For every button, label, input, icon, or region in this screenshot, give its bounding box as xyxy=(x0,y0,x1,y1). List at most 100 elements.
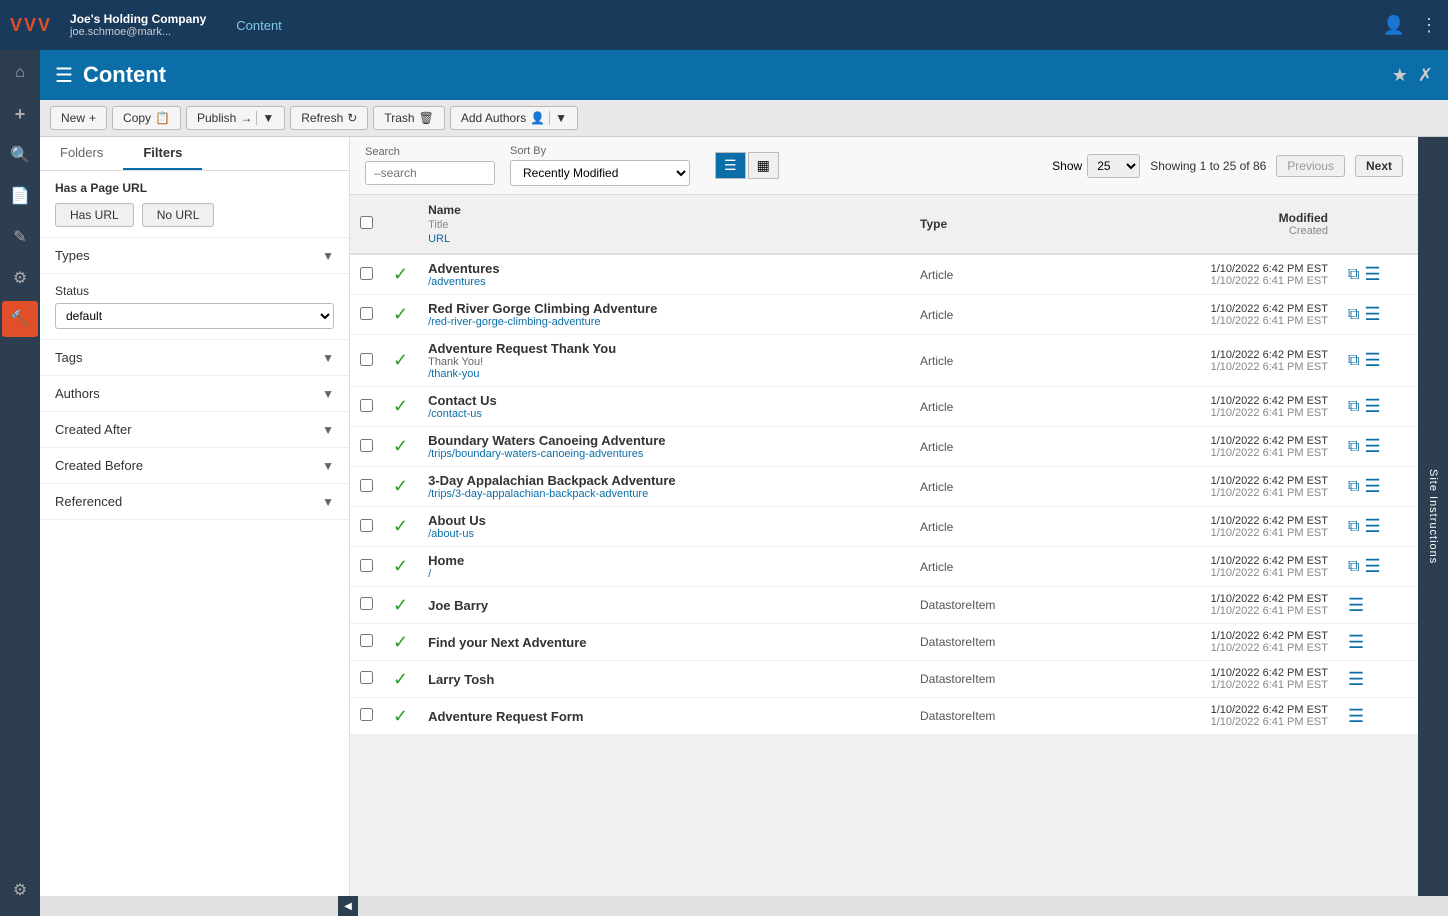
publish-arrow-icon: → xyxy=(240,111,252,125)
row-checkbox-1[interactable] xyxy=(360,307,373,320)
table-row: ✓Boundary Waters Canoeing Adventure/trip… xyxy=(350,427,1418,467)
external-link-icon-0[interactable]: ⧉ xyxy=(1348,266,1359,284)
add-authors-button[interactable]: Add Authors 👤 ▼ xyxy=(450,106,578,130)
left-sidebar: ⌂ + 🔍 📄 ✎ ⚙ 🔨 ⚙ xyxy=(0,50,40,916)
row-checkbox-3[interactable] xyxy=(360,399,373,412)
sidebar-add[interactable]: + xyxy=(2,96,38,132)
table-row: ✓About Us/about-usArticle1/10/2022 6:42 … xyxy=(350,507,1418,547)
item-url-2[interactable]: /thank-you xyxy=(428,368,900,380)
menu-icon-9[interactable]: ☰ xyxy=(1348,632,1364,653)
created-after-section[interactable]: Created After ▼ xyxy=(40,412,349,448)
filter-panel: Folders Filters Has a Page URL Has URL N… xyxy=(40,137,350,896)
item-type-10: DatastoreItem xyxy=(910,661,1085,698)
item-dates-2: 1/10/2022 6:42 PM EST1/10/2022 6:41 PM E… xyxy=(1085,335,1338,387)
item-type-0: Article xyxy=(910,254,1085,295)
star-icon[interactable]: ★ xyxy=(1392,65,1408,86)
external-link-icon-7[interactable]: ⧉ xyxy=(1348,558,1359,576)
site-instructions-sidebar[interactable]: Site Instructions xyxy=(1418,137,1448,896)
row-checkbox-4[interactable] xyxy=(360,439,373,452)
menu-icon-11[interactable]: ☰ xyxy=(1348,706,1364,727)
external-link-icon-6[interactable]: ⧉ xyxy=(1348,518,1359,536)
publish-button[interactable]: Publish → ▼ xyxy=(186,106,285,130)
new-button[interactable]: New + xyxy=(50,106,107,130)
grid-view-button[interactable]: ▦ xyxy=(748,152,779,179)
user-icon[interactable]: 👤 xyxy=(1383,15,1405,36)
row-checkbox-6[interactable] xyxy=(360,519,373,532)
menu-icon-4[interactable]: ☰ xyxy=(1364,436,1380,457)
item-actions-2: ⧉☰ xyxy=(1338,335,1418,387)
no-url-button[interactable]: No URL xyxy=(142,203,215,227)
row-checkbox-7[interactable] xyxy=(360,559,373,572)
item-type-1: Article xyxy=(910,295,1085,335)
search-input[interactable] xyxy=(365,161,495,185)
item-url-3[interactable]: /contact-us xyxy=(428,408,900,420)
external-link-icon-5[interactable]: ⧉ xyxy=(1348,478,1359,496)
sidebar-wrench[interactable]: 🔨 xyxy=(2,301,38,337)
external-link-icon-4[interactable]: ⧉ xyxy=(1348,438,1359,456)
collapse-arrow[interactable]: ◀ xyxy=(338,896,358,916)
referenced-section[interactable]: Referenced ▼ xyxy=(40,484,349,520)
nav-content[interactable]: Content xyxy=(236,18,282,33)
menu-icon-8[interactable]: ☰ xyxy=(1348,595,1364,616)
menu-icon-7[interactable]: ☰ xyxy=(1364,556,1380,577)
previous-button[interactable]: Previous xyxy=(1276,155,1345,177)
created-before-section[interactable]: Created Before ▼ xyxy=(40,448,349,484)
main-layout: ⌂ + 🔍 📄 ✎ ⚙ 🔨 ⚙ ☰ Content ★ ✗ New + Copy xyxy=(0,50,1448,916)
row-checkbox-11[interactable] xyxy=(360,708,373,721)
tab-filters[interactable]: Filters xyxy=(123,137,202,170)
menu-icon-1[interactable]: ☰ xyxy=(1364,304,1380,325)
showing-text: Showing 1 to 25 of 86 xyxy=(1150,159,1266,173)
row-checkbox-5[interactable] xyxy=(360,479,373,492)
next-button[interactable]: Next xyxy=(1355,155,1403,177)
tags-section[interactable]: Tags ▼ xyxy=(40,340,349,376)
trash-button[interactable]: Trash 🗑 xyxy=(373,106,444,130)
item-url-7[interactable]: / xyxy=(428,568,900,580)
authors-section[interactable]: Authors ▼ xyxy=(40,376,349,412)
row-checkbox-2[interactable] xyxy=(360,353,373,366)
content-area: Folders Filters Has a Page URL Has URL N… xyxy=(40,137,1448,896)
created-after-chevron-icon: ▼ xyxy=(322,423,334,437)
has-page-url-section: Has a Page URL Has URL No URL xyxy=(40,171,349,238)
sidebar-settings[interactable]: ⚙ xyxy=(2,260,38,296)
sidebar-edit[interactable]: ✎ xyxy=(2,219,38,255)
item-url-4[interactable]: /trips/boundary-waters-canoeing-adventur… xyxy=(428,448,900,460)
menu-icon-3[interactable]: ☰ xyxy=(1364,396,1380,417)
types-section[interactable]: Types ▼ xyxy=(40,238,349,274)
item-url-0[interactable]: /adventures xyxy=(428,276,900,288)
sidebar-gear-bottom[interactable]: ⚙ xyxy=(2,872,38,908)
external-link-icon-2[interactable]: ⧉ xyxy=(1348,352,1359,370)
close-icon[interactable]: ✗ xyxy=(1418,65,1433,86)
sidebar-search[interactable]: 🔍 xyxy=(2,137,38,173)
menu-icon-0[interactable]: ☰ xyxy=(1364,264,1380,285)
external-link-icon-3[interactable]: ⧉ xyxy=(1348,398,1359,416)
menu-icon-2[interactable]: ☰ xyxy=(1364,350,1380,371)
sort-select[interactable]: Recently Modified Name Created Date Modi… xyxy=(510,160,690,186)
row-checkbox-9[interactable] xyxy=(360,634,373,647)
menu-icon-6[interactable]: ☰ xyxy=(1364,516,1380,537)
item-type-11: DatastoreItem xyxy=(910,698,1085,735)
sidebar-document[interactable]: 📄 xyxy=(2,178,38,214)
item-url-5[interactable]: /trips/3-day-appalachian-backpack-advent… xyxy=(428,488,900,500)
select-all-checkbox[interactable] xyxy=(360,216,373,229)
status-select[interactable]: default published draft xyxy=(55,303,334,329)
row-checkbox-0[interactable] xyxy=(360,267,373,280)
row-checkbox-10[interactable] xyxy=(360,671,373,684)
external-link-icon-1[interactable]: ⧉ xyxy=(1348,306,1359,324)
refresh-button[interactable]: Refresh ↻ xyxy=(290,106,368,130)
has-url-button[interactable]: Has URL xyxy=(55,203,134,227)
list-view-button[interactable]: ☰ xyxy=(715,152,746,179)
menu-icon-5[interactable]: ☰ xyxy=(1364,476,1380,497)
sidebar-home[interactable]: ⌂ xyxy=(2,55,38,91)
item-url-1[interactable]: /red-river-gorge-climbing-adventure xyxy=(428,316,900,328)
tab-folders[interactable]: Folders xyxy=(40,137,123,170)
copy-button[interactable]: Copy 📋 xyxy=(112,106,181,130)
item-name-3: Contact Us xyxy=(428,393,900,408)
item-name-7: Home xyxy=(428,553,900,568)
row-checkbox-8[interactable] xyxy=(360,597,373,610)
show-select[interactable]: 25 10 50 100 xyxy=(1087,154,1140,178)
menu-icon-10[interactable]: ☰ xyxy=(1348,669,1364,690)
item-type-2: Article xyxy=(910,335,1085,387)
item-url-6[interactable]: /about-us xyxy=(428,528,900,540)
user-settings-icon[interactable]: ⋮ xyxy=(1420,15,1438,36)
th-status xyxy=(383,195,418,254)
